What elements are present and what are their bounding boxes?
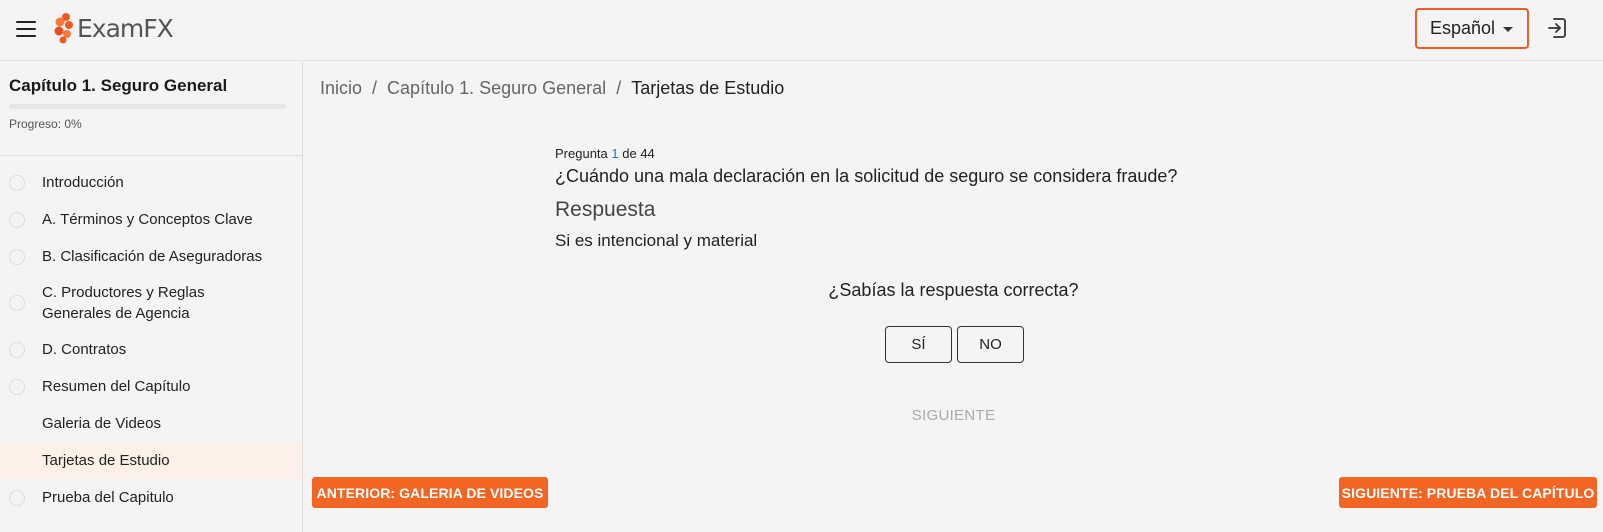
sidebar-item-label: C. Productores y Reglas Generales de Age…	[42, 284, 205, 322]
sidebar-item-resumen[interactable]: Resumen del Capítulo	[0, 368, 302, 405]
question-counter-prefix: Pregunta	[555, 146, 608, 161]
knew-answer-prompt: ¿Sabías la respuesta correcta?	[828, 280, 1079, 300]
question-counter-current: 1	[611, 146, 619, 161]
chapter-sidebar: Capítulo 1. Seguro General Progreso: 0% …	[0, 62, 303, 532]
question-counter-suffix: de 44	[622, 146, 655, 161]
language-select[interactable]: Español	[1415, 8, 1529, 49]
next-card-button[interactable]: SIGUIENTE	[304, 407, 1603, 424]
sidebar-item-prueba[interactable]: Prueba del Capitulo	[0, 479, 302, 516]
sidebar-item-label: Galeria de Videos	[42, 415, 161, 432]
sidebar-item-label: B. Clasificación de Aseguradoras	[42, 248, 263, 265]
progress-bar	[9, 104, 286, 109]
sidebar-item-contratos[interactable]: D. Contratos	[0, 331, 302, 368]
answer-heading: Respuesta	[555, 198, 656, 221]
logout-icon[interactable]	[1545, 16, 1569, 40]
sidebar-item-tarjetas-estudio[interactable]: Tarjetas de Estudio	[0, 442, 302, 479]
status-circle-icon	[9, 248, 25, 265]
progress-label: Progreso: 0%	[9, 117, 82, 131]
sidebar-item-productores[interactable]: C. Productores y Reglas Generales de Age…	[0, 275, 302, 331]
sidebar-item-introduccion[interactable]: Introducción	[0, 164, 302, 201]
sidebar-item-label: Introducción	[42, 174, 124, 191]
status-circle-icon	[9, 341, 25, 358]
sidebar-lesson-list: Introducción A. Términos y Conceptos Cla…	[0, 164, 302, 516]
top-bar: ExamFX Español	[0, 0, 1603, 61]
sidebar-item-galeria-videos[interactable]: Galeria de Videos	[0, 405, 302, 442]
breadcrumb-inicio[interactable]: Inicio	[320, 78, 362, 99]
main-content: Inicio / Capítulo 1. Seguro General / Ta…	[304, 62, 1603, 532]
sidebar-header: Capítulo 1. Seguro General Progreso: 0%	[0, 62, 302, 156]
sidebar-item-terminos[interactable]: A. Términos y Conceptos Clave	[0, 201, 302, 238]
sidebar-item-label: Prueba del Capitulo	[42, 489, 174, 506]
flashcard: Pregunta 1 de 44 ¿Cuándo una mala declar…	[555, 146, 1355, 251]
sidebar-item-label: A. Términos y Conceptos Clave	[42, 211, 253, 228]
sidebar-item-label: Resumen del Capítulo	[42, 378, 191, 395]
caret-down-icon	[1503, 27, 1513, 32]
breadcrumb-current: Tarjetas de Estudio	[631, 78, 785, 98]
examfx-logo-mark	[54, 13, 73, 44]
breadcrumb-separator: /	[372, 78, 378, 98]
chapter-title: Capítulo 1. Seguro General	[9, 76, 228, 95]
sidebar-item-label: D. Contratos	[42, 341, 127, 358]
sidebar-item-label: Tarjetas de Estudio	[42, 452, 170, 469]
no-button[interactable]: NO	[957, 326, 1024, 363]
breadcrumb-separator: /	[616, 78, 622, 98]
sidebar-item-clasificacion[interactable]: B. Clasificación de Aseguradoras	[0, 238, 302, 275]
logo-text: ExamFX	[77, 13, 174, 43]
status-circle-icon	[9, 211, 25, 228]
next-lesson-button[interactable]: SIGUIENTE: PRUEBA DEL CAPÍTULO	[1339, 477, 1597, 508]
yes-button[interactable]: SÍ	[885, 326, 952, 363]
status-circle-icon	[9, 174, 25, 191]
question-text: ¿Cuándo una mala declaración en la solic…	[555, 166, 1178, 186]
answer-text: Si es intencional y material	[555, 231, 758, 250]
previous-lesson-button[interactable]: ANTERIOR: GALERIA DE VIDEOS	[312, 477, 548, 508]
hamburger-menu-icon[interactable]	[14, 17, 38, 41]
language-select-value: Español	[1430, 18, 1496, 38]
status-circle-icon	[9, 295, 25, 311]
breadcrumb: Inicio / Capítulo 1. Seguro General / Ta…	[320, 78, 784, 99]
examfx-logo[interactable]: ExamFX	[54, 12, 174, 44]
question-counter: Pregunta 1 de 44	[555, 146, 1355, 161]
status-circle-icon	[9, 489, 25, 506]
status-circle-icon	[9, 378, 25, 395]
breadcrumb-chapter[interactable]: Capítulo 1. Seguro General	[387, 78, 606, 99]
